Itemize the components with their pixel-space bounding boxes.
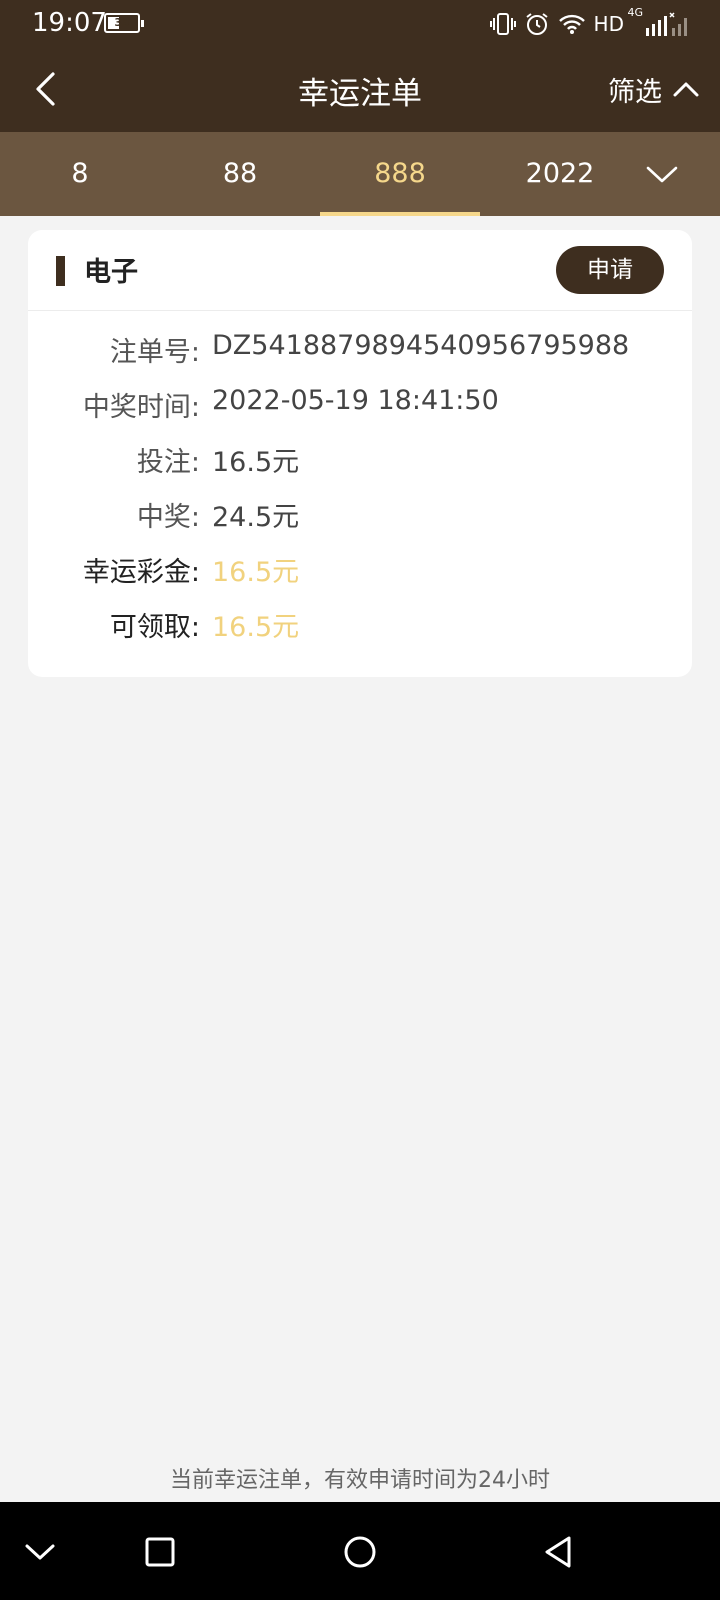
title-accent-bar xyxy=(56,256,65,286)
filter-button[interactable]: 筛选 xyxy=(608,68,700,110)
status-time: 19:07 xyxy=(32,8,107,38)
vibrate-icon xyxy=(489,12,516,36)
collapse-button[interactable] xyxy=(16,1528,64,1576)
tab-888[interactable]: 888 xyxy=(320,132,480,216)
tabs-expand-button[interactable] xyxy=(640,154,684,194)
triangle-back-icon xyxy=(545,1536,571,1568)
tab-2022[interactable]: 2022 xyxy=(480,132,640,216)
app-header: 19:07 35 HD 4G 幸运注单 筛选 xyxy=(0,0,720,132)
value-win-amount: 24.5元 xyxy=(212,502,300,533)
navigation-bar: 幸运注单 筛选 xyxy=(0,48,720,132)
bet-card: 电子 申请 注单号: DZ54188798945409567959​88 中奖时… xyxy=(28,230,692,677)
card-title: 电子 xyxy=(84,257,138,288)
row-bet-amount: 投注: 16.5元 xyxy=(28,440,692,480)
value-lucky-bonus: 16.5元 xyxy=(212,557,300,588)
value-bet-number: DZ54188798945409567959​88 xyxy=(212,330,630,361)
label-win-time: 中奖时间: xyxy=(82,392,200,423)
tab-8[interactable]: 8 xyxy=(0,132,160,216)
tab-88[interactable]: 88 xyxy=(160,132,320,216)
row-win-amount: 中奖: 24.5元 xyxy=(28,495,692,535)
label-win-amount: 中奖: xyxy=(136,502,200,533)
home-button[interactable] xyxy=(336,1528,384,1576)
row-win-time: 中奖时间: 2022-05-19 18:41:50 xyxy=(28,385,692,425)
label-lucky-bonus: 幸运彩金: xyxy=(82,557,200,588)
apply-button[interactable]: 申请 xyxy=(556,246,664,294)
signal-icon xyxy=(646,12,690,36)
label-bet-number: 注单号: xyxy=(109,337,200,368)
value-win-time: 2022-05-19 18:41:50 xyxy=(212,385,499,416)
recents-button[interactable] xyxy=(136,1528,184,1576)
chevron-down-icon xyxy=(25,1544,55,1560)
wifi-icon xyxy=(558,13,586,35)
battery-level: 35 xyxy=(114,16,130,29)
row-bet-number: 注单号: DZ54188798945409567959​88 xyxy=(28,330,692,370)
chevron-up-icon xyxy=(673,82,699,97)
card-header: 电子 申请 xyxy=(28,230,692,311)
status-icons: HD 4G xyxy=(489,6,690,38)
category-tabs: 8 88 888 2022 xyxy=(0,132,720,216)
status-bar: 19:07 35 HD 4G xyxy=(0,0,720,48)
label-bet-amount: 投注: xyxy=(136,447,200,478)
row-claimable: 可领取: 16.5元 xyxy=(28,605,692,645)
system-navigation-bar xyxy=(0,1502,720,1600)
footer-note: 当前幸运注单，有效申请时间为24小时 xyxy=(170,1468,550,1493)
system-back-button[interactable] xyxy=(534,1528,582,1576)
alarm-icon xyxy=(524,11,550,37)
filter-label: 筛选 xyxy=(608,76,662,108)
battery-icon: 35 xyxy=(104,13,144,33)
chevron-down-icon xyxy=(646,166,678,183)
value-claimable: 16.5元 xyxy=(212,612,300,643)
network-type: HD 4G xyxy=(593,6,644,36)
value-bet-amount: 16.5元 xyxy=(212,447,300,478)
row-lucky-bonus: 幸运彩金: 16.5元 xyxy=(28,550,692,590)
circle-icon xyxy=(344,1536,376,1568)
square-icon xyxy=(145,1537,175,1567)
label-claimable: 可领取: xyxy=(109,612,200,643)
